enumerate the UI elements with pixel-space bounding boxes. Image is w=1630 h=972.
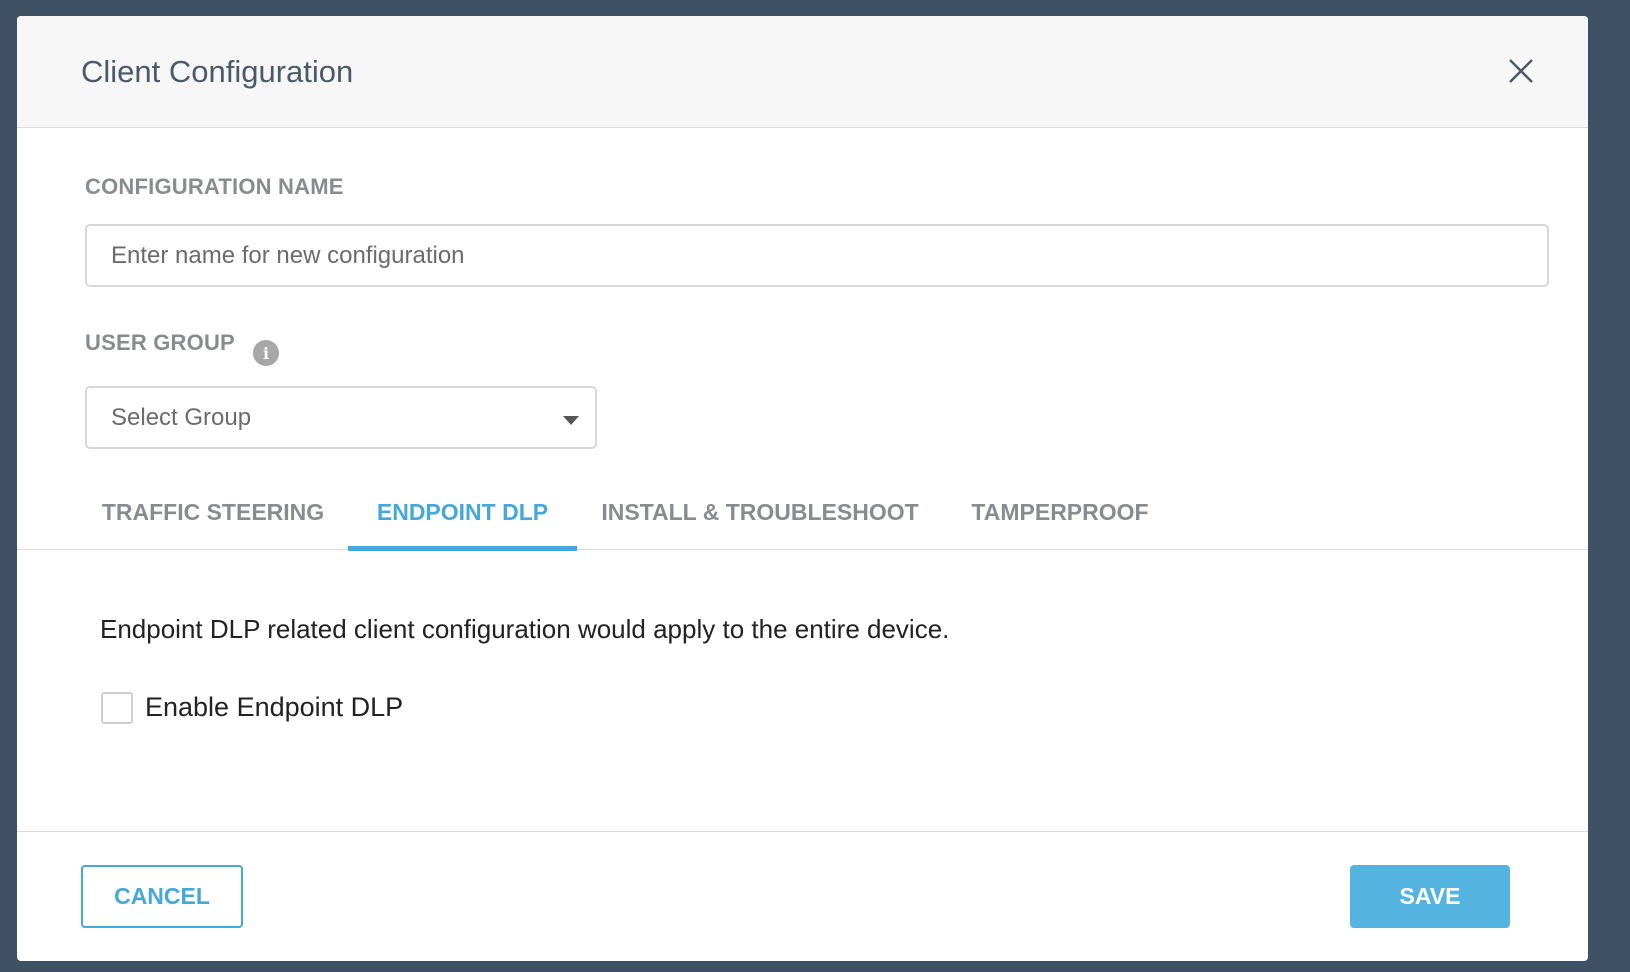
enable-endpoint-dlp-checkbox[interactable] <box>101 692 133 724</box>
tab-endpoint-dlp[interactable]: ENDPOINT DLP <box>348 474 577 551</box>
save-button[interactable]: SAVE <box>1350 865 1510 928</box>
close-icon <box>1509 59 1533 83</box>
tab-install-troubleshoot[interactable]: INSTALL & TROUBLESHOOT <box>586 474 934 550</box>
dialog-footer: CANCEL SAVE <box>17 831 1588 961</box>
user-group-label: USER GROUP <box>85 330 235 355</box>
user-group-selected-value: Select Group <box>111 404 252 431</box>
enable-endpoint-dlp-label[interactable]: Enable Endpoint DLP <box>145 692 403 723</box>
configuration-name-label: CONFIGURATION NAME <box>85 174 344 199</box>
configuration-name-input[interactable] <box>85 224 1549 287</box>
tab-tamperproof[interactable]: TAMPERPROOF <box>943 474 1177 550</box>
dialog-header: Client Configuration <box>17 16 1588 128</box>
config-tabs: TRAFFIC STEERING ENDPOINT DLP INSTALL & … <box>17 474 1588 551</box>
info-icon[interactable]: i <box>253 340 279 366</box>
client-configuration-dialog: Client Configuration CONFIGURATION NAME … <box>17 16 1588 961</box>
endpoint-dlp-description: Endpoint DLP related client configuratio… <box>100 614 950 644</box>
close-button[interactable] <box>1506 56 1536 86</box>
user-group-select[interactable]: Select Group <box>85 386 597 449</box>
chevron-down-icon <box>563 416 579 425</box>
dialog-title: Client Configuration <box>81 54 354 89</box>
tab-traffic-steering[interactable]: TRAFFIC STEERING <box>81 474 345 550</box>
cancel-button[interactable]: CANCEL <box>81 865 243 928</box>
